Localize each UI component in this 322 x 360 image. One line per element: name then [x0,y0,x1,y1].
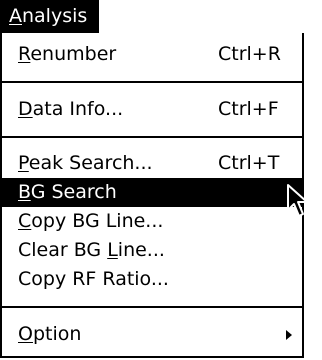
shortcut-text: Ctrl+R [218,43,281,65]
analysis-dropdown-menu: Renumber Ctrl+R Data Info... Ctrl+F Peak… [0,33,304,358]
menu-item-label: Data Info... [18,95,123,124]
menu-item-label: Clear BG Line... [18,236,165,265]
submenu-triangle-icon [286,330,292,340]
mnemonic-letter: L [107,239,118,261]
label-text: ine... [117,239,165,261]
menu-title-text: nalysis [22,5,88,27]
menu-item-label: Renumber [18,40,116,69]
label-text: Clear BG [18,239,108,261]
label-text: eak Search... [28,152,153,174]
menu-item-bg-search[interactable]: BG Search [2,178,302,207]
menu-title-mnemonic: A [9,5,22,27]
menu-item-label: Option [18,320,81,349]
label-text: ption [32,323,82,345]
mnemonic-letter: D [18,98,33,120]
mouse-pointer-arrow-icon [287,184,308,217]
menu-item-label: BG Search [18,178,117,207]
menu-item-peak-search[interactable]: Peak Search... Ctrl+T [2,149,302,178]
menu-separator [2,136,302,138]
menu-item-data-info[interactable]: Data Info... Ctrl+F [2,95,302,124]
menu-item-option[interactable]: Option [2,320,302,349]
menu-item-clear-bg-line[interactable]: Clear BG Line... [2,236,302,265]
label-text: enumber [30,43,117,65]
label-text: G Search [30,181,117,203]
label-text: ata Info... [32,98,124,120]
mnemonic-letter: B [18,181,31,203]
menu-separator [2,306,302,308]
mnemonic-letter: C [18,210,32,232]
menu-item-renumber[interactable]: Renumber Ctrl+R [2,40,302,69]
mnemonic-letter: O [18,323,33,345]
menu-item-label: Peak Search... [18,149,153,178]
menu-item-label: Copy BG Line... [18,207,163,236]
label-text: opy BG Line... [31,210,164,232]
mnemonic-letter: P [18,152,29,174]
menu-separator [2,81,302,83]
menu-item-copy-rf-ratio[interactable]: Copy RF Ratio... [2,265,302,294]
label-text: Copy RF Ratio... [18,268,169,290]
shortcut-text: Ctrl+F [218,98,279,120]
menu-title-analysis[interactable]: Analysis [0,0,100,33]
mnemonic-letter: R [18,43,31,65]
shortcut-text: Ctrl+T [218,152,280,174]
menu-item-copy-bg-line[interactable]: Copy BG Line... [2,207,302,236]
menu-item-label: Copy RF Ratio... [18,265,169,294]
